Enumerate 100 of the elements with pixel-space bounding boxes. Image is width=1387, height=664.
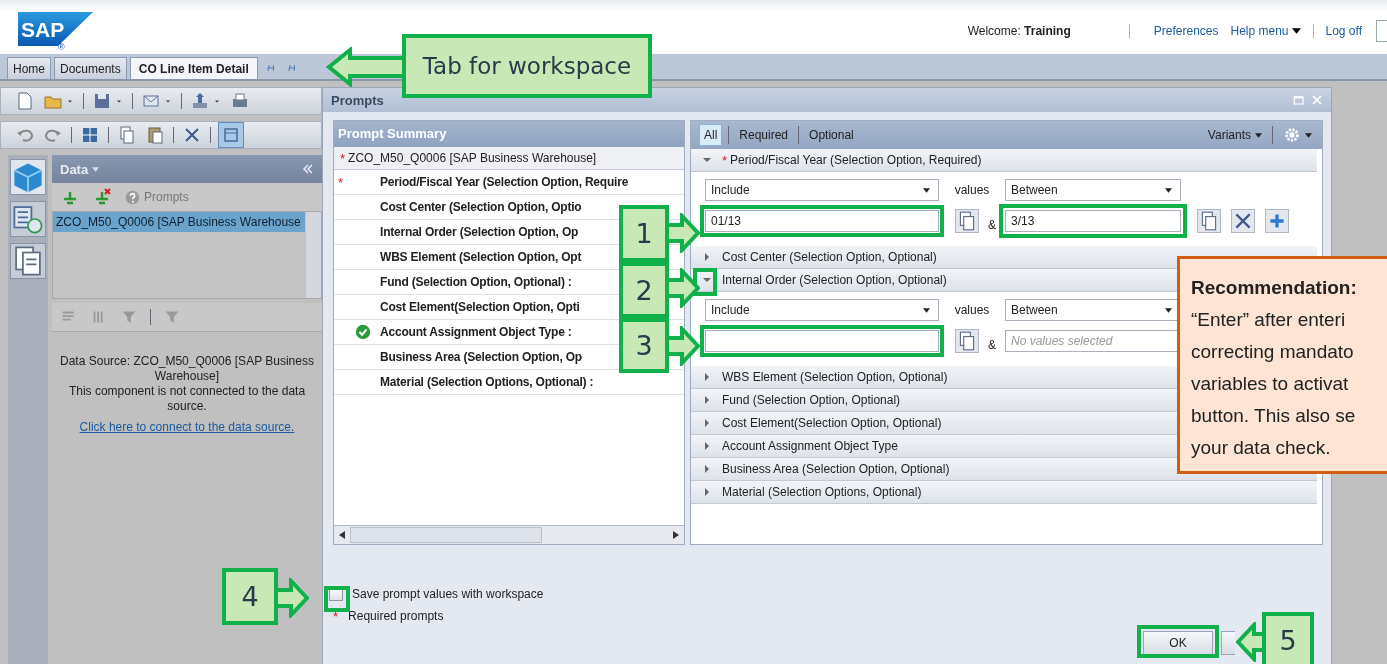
add-icon[interactable] [1265,209,1289,233]
export-icon[interactable] [190,91,210,111]
data-source-text: Data Source: ZCO_M50_Q0006 [SAP Business Warehouse] [60,354,314,384]
triangle-icon[interactable] [703,396,711,404]
layout-icon[interactable] [219,123,243,147]
prompt-row[interactable]: Fund (Selection Option, Optional) : [334,270,618,294]
status-text: This component is not connected to the data source. [67,384,307,414]
prompt-row[interactable]: Account Assignment Object Type : [334,320,618,344]
prompt-item: Fund (Selection Option, Optional) : [380,275,572,289]
triangle-icon[interactable] [703,276,711,284]
prompt-row[interactable]: Business Area (Selection Option, Op [334,345,618,369]
filter-tab[interactable]: All [699,124,723,146]
triangle-icon[interactable] [703,156,711,164]
callout-text: variables to activat [1191,372,1350,396]
filter-tab[interactable]: Required [735,124,793,146]
copy-icon[interactable] [955,329,979,353]
section-title[interactable]: Account Assignment Object Type [722,439,898,453]
caret-icon [1255,132,1262,138]
panel-title: Prompt Summary [334,121,684,147]
scrollbar[interactable] [334,525,684,544]
header-link[interactable]: Log off [1325,24,1362,38]
operator-dropdown[interactable]: Include [705,179,939,201]
from-field[interactable]: 01/13 [705,210,939,232]
settings-icon [1283,126,1301,144]
ok-button[interactable]: OK [1143,631,1213,655]
copy-icon[interactable] [1197,209,1221,233]
triangle-icon[interactable] [703,465,711,473]
operator-dropdown[interactable]: Include [705,299,939,321]
section-title[interactable]: Fund (Selection Option, Optional) [722,393,901,407]
prompt-item: Cost Element(Selection Option, Opti [380,300,580,314]
dialog-title: Prompts [331,92,384,108]
dialog-button[interactable] [1221,631,1235,655]
copy-icon[interactable] [117,125,137,145]
help-icon [124,188,141,206]
values-label: values [953,303,991,317]
ampersand: & [987,338,997,352]
workspace-tab[interactable]: Home [7,57,51,79]
caret-icon [1305,132,1312,138]
section-title[interactable]: Material (Selection Options, Optional) [722,485,922,499]
header-link[interactable]: Preferences [1153,24,1219,38]
prompt-item: Internal Order (Selection Option, Op [380,225,579,239]
source-name: ZCO_M50_Q0006 [SAP Business Warehouse] [348,151,597,165]
prompt-row[interactable]: Cost Center (Selection Option, Optio [334,195,618,219]
callout-arrow [666,326,700,366]
checkbox-label: Save prompt values with workspace [352,587,544,601]
collapse-icon[interactable] [302,164,314,174]
prompt-item: Account Assignment Object Type : [380,325,572,339]
filter-tab[interactable]: Optional [805,124,858,146]
ampersand: & [987,218,997,232]
grid-icon[interactable] [80,125,100,145]
required-mark: * [338,174,344,190]
variants-button[interactable]: Variants [1203,124,1266,146]
triangle-icon[interactable] [703,419,711,427]
cube-icon[interactable] [10,159,46,195]
legend-text: Required prompts [348,609,444,624]
new-document-icon[interactable] [15,91,35,111]
required-mark: * [722,152,728,168]
source-item[interactable]: ZCO_M50_Q0006 [SAP Business Warehouse [53,212,305,232]
prompt-item: Cost Center (Selection Option, Optio [380,200,582,214]
caret-icon [1291,28,1301,34]
prompt-item: Material (Selection Options, Optional) : [380,375,594,389]
triangle-icon[interactable] [703,253,711,261]
workspace-tab[interactable]: Documents [54,57,127,79]
triangle-icon[interactable] [703,442,711,450]
paste-icon[interactable] [145,125,165,145]
delete-icon[interactable] [1231,209,1255,233]
required-mark: * [333,609,339,624]
step-callout: 2 [619,262,669,318]
callout-box: Tab for workspace [402,34,652,98]
callout-text: your data check. [1191,436,1332,460]
workspace-tab[interactable]: CO Line Item Detail [129,57,258,79]
caret-icon [1165,307,1172,313]
copy-icon[interactable] [955,209,979,233]
caret-icon [923,187,930,193]
header-link[interactable]: Help menu [1230,24,1301,38]
prompt-row[interactable]: Cost Element(Selection Option, Opti [334,295,618,319]
prompt-item: WBS Element (Selection Option, Opt [380,250,582,264]
prompt-row[interactable]: WBS Element (Selection Option, Opt [334,245,618,269]
section-title[interactable]: Period/Fiscal Year (Selection Option, Required) [730,153,982,167]
step-callout: 3 [619,318,669,373]
prompt-row[interactable]: Internal Order (Selection Option, Op [334,220,618,244]
pages-icon[interactable] [10,243,46,279]
step-callout: 1 [619,205,669,262]
caret-icon [923,307,930,313]
caret-icon [92,166,100,172]
check-icon [354,323,372,341]
caret-icon [1165,187,1172,193]
prompt-item: Period/Fiscal Year (Selection Option, Require [380,175,629,189]
triangle-icon[interactable] [703,488,711,496]
connect-link[interactable]: Click here to connect to the data source. [79,420,295,435]
callout-arrow [666,213,700,253]
callout-text: correcting mandato [1191,340,1355,364]
prompt-row[interactable]: Material (Selection Options, Optional) : [334,370,618,394]
input-field[interactable] [1376,20,1387,42]
scrollbar[interactable] [306,212,321,298]
callout-text: button. This also se [1191,404,1357,428]
triangle-icon[interactable] [703,373,711,381]
range-dropdown[interactable]: Between [1005,179,1181,201]
list-icon[interactable] [10,201,46,237]
to-field[interactable]: 3/13 [1005,210,1181,232]
